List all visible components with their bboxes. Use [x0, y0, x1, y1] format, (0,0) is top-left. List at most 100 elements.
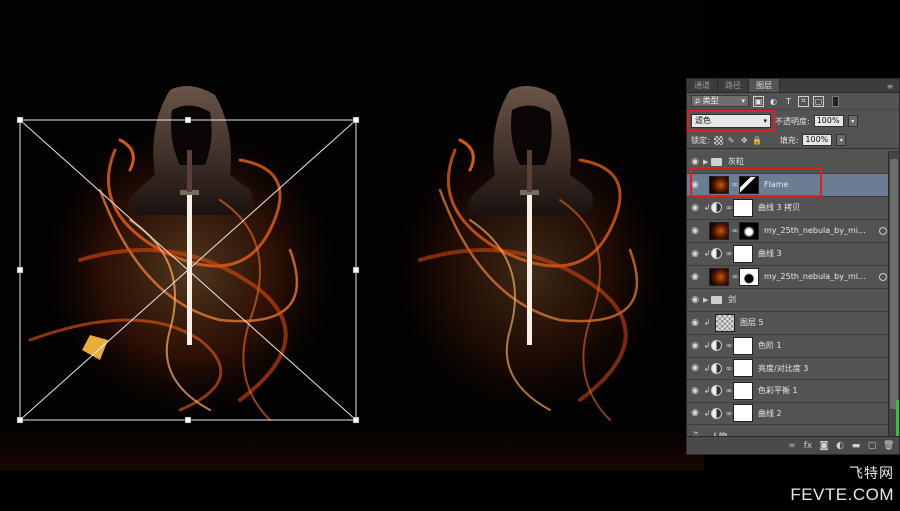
clip-indicator-icon: ↲ — [703, 318, 711, 328]
layer-curves-2[interactable]: ◉ ↲ ∞ 曲线 2 — [687, 403, 890, 425]
chain-link-icon[interactable]: ∞ — [725, 203, 733, 212]
eye-icon[interactable]: ◉ — [687, 408, 703, 418]
color-balance-adjustment-icon — [711, 385, 722, 397]
smart-object-filter-icon[interactable]: ▢ — [813, 95, 824, 107]
link-layers-icon[interactable]: ∞ — [787, 441, 797, 451]
document-canvas[interactable] — [0, 0, 704, 470]
fx-icon[interactable]: fx — [803, 441, 813, 451]
opacity-input[interactable]: 100% — [813, 115, 844, 127]
layer-filter-row: ρ 类型 ▣ ◐ T ⌗ ▢ — [687, 93, 899, 110]
expand-arrow-icon[interactable]: ▶ — [703, 158, 711, 166]
eye-icon[interactable]: ◉ — [687, 249, 703, 259]
image-filter-icon[interactable]: ▣ — [753, 95, 764, 107]
chain-link-icon[interactable]: ∞ — [731, 272, 739, 281]
curves-adjustment-icon — [711, 407, 722, 419]
fill-input[interactable]: 100% — [802, 134, 833, 146]
layer-levels-1[interactable]: ◉ ↲ ∞ 色阶 1 — [687, 335, 890, 358]
eye-icon[interactable]: ◉ — [687, 363, 703, 373]
eye-icon[interactable]: ◉ — [687, 341, 703, 351]
eye-icon[interactable]: ◉ — [687, 386, 703, 396]
layer-name: 图层 5 — [740, 318, 764, 328]
layer-mask-thumbnail[interactable] — [733, 381, 753, 400]
layer-curves-3-copy[interactable]: ◉ ↲ ∞ 曲线 3 拷贝 — [687, 197, 890, 220]
opacity-dropdown-icon[interactable]: ▾ — [847, 115, 858, 127]
clip-indicator-icon: ↲ — [703, 386, 711, 396]
layer-thumbnail — [709, 267, 729, 286]
layer-flame[interactable]: ◉ ∞ Flame — [687, 173, 890, 197]
filter-type-select[interactable]: ρ 类型 — [691, 95, 749, 107]
layer-name: my_25th_nebula_by_mi... — [764, 226, 866, 236]
scroll-indicator — [896, 400, 899, 436]
layer-mask-thumbnail[interactable] — [733, 359, 753, 378]
eye-icon[interactable]: ◉ — [687, 318, 703, 328]
layer-curves-3[interactable]: ◉ ↲ ∞ 曲线 3 — [687, 243, 890, 266]
chain-link-icon[interactable]: ∞ — [731, 226, 739, 235]
layer-nebula-2[interactable]: ◉ ∞ my_25th_nebula_by_mi... — [687, 266, 890, 289]
tab-channels[interactable]: 通道 — [687, 79, 718, 92]
adjustment-filter-icon[interactable]: ◐ — [768, 96, 779, 107]
layer-group-sword[interactable]: ◉ ▶ 剑 — [687, 289, 890, 312]
clip-indicator-icon: ↲ — [703, 363, 711, 373]
layers-scrollbar[interactable] — [888, 151, 899, 436]
layer-mask-thumbnail[interactable] — [733, 198, 753, 217]
layers-panel: 通道 路径 图层 ≡ ρ 类型 ▣ ◐ T ⌗ ▢ 滤色 不透明度: 100% … — [686, 78, 900, 455]
chain-link-icon[interactable]: ∞ — [725, 386, 733, 395]
tab-paths[interactable]: 路径 — [718, 79, 749, 92]
filter-toggle-switch[interactable] — [832, 95, 839, 107]
clip-indicator-icon: ↲ — [703, 341, 711, 351]
add-mask-icon[interactable]: ◙ — [819, 441, 829, 451]
layer-mask-thumbnail[interactable] — [739, 267, 759, 286]
lock-row: 锁定: ✎ ✥ 🔒 填充: 100% ▾ — [687, 132, 899, 149]
layer-nebula-1[interactable]: ◉ ∞ my_25th_nebula_by_mi... — [687, 220, 890, 243]
folder-icon — [711, 295, 722, 304]
levels-adjustment-icon — [711, 340, 722, 352]
layer-5[interactable]: ◉ ↲ 图层 5 — [687, 312, 890, 335]
lock-move-icon[interactable]: ✥ — [740, 136, 749, 145]
layer-name: 灰粒 — [728, 157, 744, 167]
fill-dropdown-icon[interactable]: ▾ — [836, 134, 847, 146]
panel-menu-icon[interactable]: ≡ — [881, 81, 899, 92]
watermark: 飞特网 FEVTE.COM — [790, 463, 894, 505]
new-adjustment-icon[interactable]: ◐ — [835, 441, 845, 451]
layer-mask-thumbnail[interactable] — [733, 244, 753, 263]
eye-icon[interactable]: ◉ — [687, 203, 703, 213]
eye-icon[interactable]: ◉ — [687, 157, 703, 167]
layer-figure[interactable]: ♫ 人物 — [687, 425, 890, 436]
chain-link-icon[interactable]: ∞ — [731, 180, 739, 189]
layer-name: 色阶 1 — [758, 341, 782, 351]
new-layer-icon[interactable]: ▢ — [867, 441, 877, 451]
panel-bottom-bar: ∞ fx ◙ ◐ ▬ ▢ 🗑 — [687, 436, 899, 454]
layer-brightness-contrast-3[interactable]: ◉ ↲ ∞ 亮度/对比度 3 — [687, 358, 890, 380]
eye-icon[interactable]: ◉ — [687, 180, 703, 190]
eye-icon[interactable]: ◉ — [687, 226, 703, 236]
type-filter-icon[interactable]: T — [783, 96, 794, 107]
layer-name: 曲线 3 拷贝 — [758, 203, 801, 213]
layer-mask-thumbnail[interactable] — [733, 336, 753, 355]
expand-arrow-icon[interactable]: ▶ — [703, 296, 711, 304]
folder-icon — [711, 157, 722, 166]
chain-link-icon[interactable]: ∞ — [725, 409, 733, 418]
scrollbar-thumb[interactable] — [890, 159, 898, 409]
shape-filter-icon[interactable]: ⌗ — [798, 95, 809, 107]
new-group-icon[interactable]: ▬ — [851, 441, 861, 451]
eye-icon[interactable]: ◉ — [687, 295, 703, 305]
smart-filter-mask-thumbnail[interactable] — [739, 175, 759, 194]
delete-layer-icon[interactable]: 🗑 — [883, 441, 894, 451]
chain-link-icon[interactable]: ∞ — [725, 249, 733, 258]
layer-mask-thumbnail[interactable] — [739, 221, 759, 240]
watermark-en: FEVTE.COM — [790, 485, 894, 504]
layer-thumbnail — [709, 175, 729, 194]
blend-mode-select[interactable]: 滤色 — [687, 110, 775, 132]
layer-color-balance-1[interactable]: ◉ ↲ ∞ 色彩平衡 1 — [687, 380, 890, 403]
tab-layers[interactable]: 图层 — [749, 79, 780, 92]
hooded-figure-flame-art — [28, 86, 340, 421]
lock-all-icon[interactable]: 🔒 — [752, 136, 762, 145]
lock-brush-icon[interactable]: ✎ — [727, 136, 736, 145]
chain-link-icon[interactable]: ∞ — [725, 364, 733, 373]
lock-transparent-icon[interactable] — [713, 135, 723, 145]
eye-icon[interactable]: ◉ — [687, 272, 703, 282]
layer-group-grain[interactable]: ◉ ▶ 灰粒 — [687, 151, 890, 174]
chain-link-icon[interactable]: ∞ — [725, 341, 733, 350]
ground-glow — [0, 430, 704, 470]
layer-mask-thumbnail[interactable] — [733, 404, 753, 423]
